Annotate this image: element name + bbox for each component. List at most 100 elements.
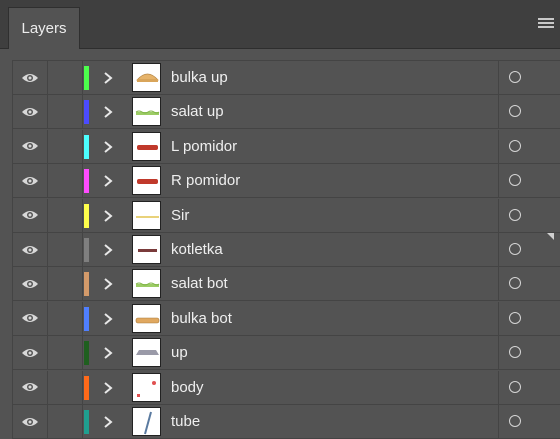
eye-icon[interactable]	[13, 301, 48, 335]
target-circle-icon[interactable]	[509, 380, 521, 393]
layer-name[interactable]: Sir	[171, 199, 189, 232]
layer-name[interactable]: L pomidor	[171, 130, 237, 163]
layer-color-swatch	[84, 100, 89, 125]
lock-toggle[interactable]	[48, 301, 83, 335]
lock-toggle[interactable]	[48, 405, 83, 438]
layer-color-swatch	[84, 272, 89, 297]
chevron-right-icon[interactable]	[101, 275, 115, 293]
chevron-right-icon[interactable]	[101, 69, 115, 87]
target-circle-icon[interactable]	[509, 277, 521, 290]
layer-thumbnail	[132, 166, 161, 196]
chevron-right-icon[interactable]	[101, 241, 115, 259]
layers-panel: Layers bulka up salat up L pomidor R pom…	[0, 0, 560, 439]
chevron-right-icon[interactable]	[101, 103, 115, 121]
divider	[498, 405, 499, 438]
chevron-right-icon[interactable]	[101, 138, 115, 156]
lock-toggle[interactable]	[48, 95, 83, 129]
eye-icon[interactable]	[13, 95, 48, 129]
eye-icon[interactable]	[13, 164, 48, 198]
layer-color-swatch	[84, 410, 89, 434]
divider	[498, 233, 499, 266]
layer-row[interactable]: up	[13, 336, 560, 371]
layer-color-swatch	[84, 203, 89, 228]
layer-color-swatch	[84, 134, 89, 159]
eye-icon[interactable]	[13, 61, 48, 94]
panel-menu-icon[interactable]	[538, 18, 554, 30]
layer-name[interactable]: tube	[171, 405, 200, 438]
layer-list: bulka up salat up L pomidor R pomidor Si…	[12, 60, 560, 439]
lock-toggle[interactable]	[48, 198, 83, 232]
layer-row[interactable]: body	[13, 370, 560, 405]
eye-icon[interactable]	[13, 233, 48, 266]
layer-thumbnail	[132, 338, 161, 368]
target-circle-icon[interactable]	[509, 243, 521, 255]
layer-name[interactable]: salat up	[171, 95, 224, 128]
divider	[498, 164, 499, 198]
lock-toggle[interactable]	[48, 164, 83, 198]
lock-toggle[interactable]	[48, 129, 83, 163]
divider	[498, 336, 499, 370]
layer-row[interactable]: bulka bot	[13, 301, 560, 336]
layer-name[interactable]: bulka bot	[171, 302, 232, 335]
selected-art-indicator	[547, 233, 554, 240]
layer-color-swatch	[84, 375, 89, 400]
target-circle-icon[interactable]	[509, 105, 521, 118]
layer-row[interactable]: salat bot	[13, 267, 560, 302]
chevron-right-icon[interactable]	[101, 413, 115, 431]
lock-toggle[interactable]	[48, 336, 83, 370]
divider	[498, 129, 499, 163]
layer-row[interactable]: Sir	[13, 198, 560, 233]
layer-row[interactable]: tube	[13, 405, 560, 439]
layer-color-swatch	[84, 66, 89, 90]
layer-thumbnail	[132, 200, 161, 230]
layer-row[interactable]: kotletka	[13, 233, 560, 267]
layer-color-swatch	[84, 169, 89, 194]
layer-name[interactable]: R pomidor	[171, 164, 240, 197]
target-circle-icon[interactable]	[509, 346, 521, 359]
chevron-right-icon[interactable]	[101, 172, 115, 190]
layer-name[interactable]: up	[171, 336, 188, 369]
divider	[498, 370, 499, 404]
chevron-right-icon[interactable]	[101, 379, 115, 397]
layer-thumbnail	[132, 372, 161, 402]
layer-thumbnail	[132, 97, 161, 127]
layer-row[interactable]: salat up	[13, 95, 560, 130]
target-circle-icon[interactable]	[509, 71, 521, 83]
eye-icon[interactable]	[13, 267, 48, 301]
layer-thumbnail	[132, 131, 161, 161]
layer-thumbnail	[132, 235, 161, 264]
lock-toggle[interactable]	[48, 233, 83, 266]
tab-layers[interactable]: Layers	[8, 7, 80, 49]
layer-name[interactable]: body	[171, 371, 204, 404]
layer-name[interactable]: salat bot	[171, 267, 228, 300]
layer-thumbnail	[132, 407, 161, 436]
divider	[498, 267, 499, 301]
layer-color-swatch	[84, 306, 89, 331]
divider	[498, 95, 499, 129]
eye-icon[interactable]	[13, 198, 48, 232]
layer-thumbnail	[132, 269, 161, 299]
layer-name[interactable]: bulka up	[171, 61, 228, 94]
chevron-right-icon[interactable]	[101, 310, 115, 328]
layer-row[interactable]: L pomidor	[13, 129, 560, 164]
target-circle-icon[interactable]	[509, 208, 521, 221]
divider	[498, 198, 499, 232]
target-circle-icon[interactable]	[509, 139, 521, 152]
lock-toggle[interactable]	[48, 267, 83, 301]
layer-name[interactable]: kotletka	[171, 233, 223, 266]
divider	[498, 301, 499, 335]
eye-icon[interactable]	[13, 336, 48, 370]
tab-bar: Layers	[0, 0, 560, 49]
eye-icon[interactable]	[13, 405, 48, 438]
target-circle-icon[interactable]	[509, 415, 521, 427]
layer-row[interactable]: bulka up	[13, 61, 560, 95]
chevron-right-icon[interactable]	[101, 344, 115, 362]
lock-toggle[interactable]	[48, 61, 83, 94]
eye-icon[interactable]	[13, 370, 48, 404]
chevron-right-icon[interactable]	[101, 207, 115, 225]
target-circle-icon[interactable]	[509, 174, 521, 187]
target-circle-icon[interactable]	[509, 311, 521, 324]
lock-toggle[interactable]	[48, 370, 83, 404]
eye-icon[interactable]	[13, 129, 48, 163]
layer-row[interactable]: R pomidor	[13, 164, 560, 199]
